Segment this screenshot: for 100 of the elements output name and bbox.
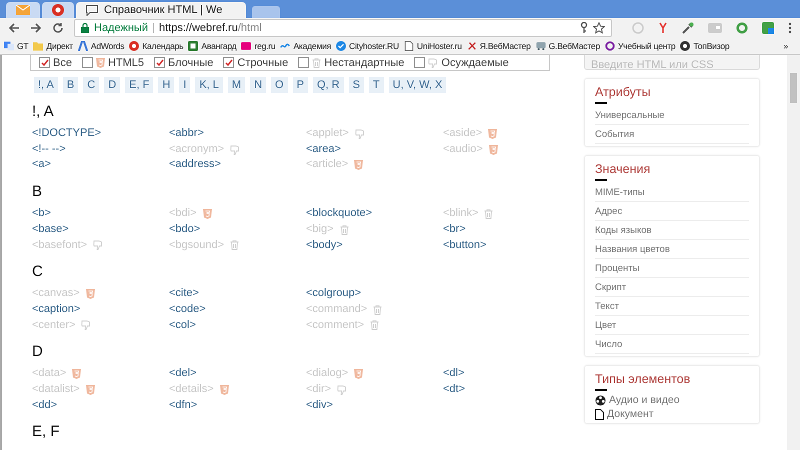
tag-link[interactable]: <caption> — [32, 302, 80, 318]
sidebar-link[interactable]: Аудио и видео — [595, 393, 749, 407]
address-bar[interactable]: Надежный https://webref.ru/html — [74, 19, 612, 37]
letter-link[interactable]: H — [158, 77, 174, 93]
sidebar-link[interactable]: MIME-типы — [595, 183, 749, 202]
sidebar-link[interactable]: Число — [595, 335, 749, 354]
sidebar-link[interactable]: Документ — [595, 407, 749, 421]
letter-link[interactable]: C — [83, 77, 100, 93]
ring-icon[interactable] — [736, 22, 748, 34]
bookmark[interactable]: Директ — [33, 41, 73, 51]
star-icon[interactable] — [593, 22, 605, 34]
letter-link[interactable]: P — [292, 77, 308, 93]
sidebar-link[interactable]: Текст — [595, 297, 749, 316]
bookmark[interactable]: Авангард — [188, 41, 236, 51]
filter-checkbox[interactable]: Осуждаемые — [414, 56, 509, 68]
tag-link[interactable]: <abbr> — [169, 126, 204, 142]
tag-link[interactable]: <code> — [169, 302, 206, 318]
bookmark[interactable]: Учебный центр — [604, 41, 676, 51]
tag-link[interactable]: <base> — [32, 222, 69, 238]
thumbs-down-icon — [337, 384, 348, 395]
tag-link[interactable]: <dl> — [443, 366, 464, 382]
bookmark[interactable]: Я.ВебМастер — [466, 41, 531, 51]
tag-link[interactable]: <dfn> — [169, 398, 198, 414]
bookmark[interactable]: AdWords — [78, 41, 124, 51]
sidebar-link[interactable]: Названия цветов — [595, 240, 749, 259]
sidebar-link[interactable]: Скрипт — [595, 278, 749, 297]
browser-tab[interactable]: Справочник HTML | We — [76, 2, 246, 18]
bookmark[interactable]: GT — [4, 41, 28, 51]
tag-link[interactable]: <dd> — [32, 398, 58, 414]
sidebar-link[interactable]: Универсальные — [595, 106, 749, 125]
tag-link[interactable]: <dt> — [443, 382, 466, 398]
sidebar-link[interactable]: Адрес — [595, 202, 749, 221]
ring-icon — [604, 41, 615, 51]
trash-icon — [340, 224, 349, 235]
bookmark[interactable]: Академия — [280, 41, 332, 51]
tag-link[interactable]: <!DOCTYPE> — [32, 126, 102, 142]
bookmark[interactable]: Календарь — [129, 41, 184, 51]
sidebar-link[interactable]: Цвет — [595, 316, 749, 335]
eyedropper-icon[interactable] — [682, 22, 694, 34]
tag-link[interactable]: <area> — [306, 142, 341, 158]
letter-link[interactable]: B — [62, 77, 78, 93]
scrollbar[interactable] — [787, 55, 800, 450]
bookmark[interactable]: UniHoster.ru — [404, 41, 462, 51]
menu-icon[interactable] — [788, 22, 792, 34]
filter-checkbox[interactable]: HTML5 — [82, 56, 144, 68]
lock-icon — [81, 23, 89, 33]
bookmark[interactable]: G.ВебМастер — [536, 41, 600, 51]
tag-link[interactable]: <div> — [306, 398, 333, 414]
tag-link[interactable]: <bdo> — [169, 222, 200, 238]
letter-link[interactable]: O — [271, 77, 288, 93]
sidebar-link[interactable]: События — [595, 125, 749, 144]
html5-shield-icon — [72, 369, 82, 380]
tag-link[interactable]: <blockquote> — [306, 206, 372, 222]
letter-link[interactable]: N — [250, 77, 266, 93]
filter-checkbox[interactable]: Нестандартные — [298, 56, 404, 68]
letter-link[interactable]: Q, R — [312, 77, 344, 93]
forward-arrow-icon[interactable] — [30, 22, 42, 34]
letter-link[interactable]: K, L — [195, 77, 223, 93]
tag-link[interactable]: <br> — [443, 222, 466, 238]
tag-link[interactable]: <address> — [169, 157, 221, 174]
tag-link[interactable]: <del> — [169, 366, 197, 382]
bookmark[interactable]: Cityhoster.RU — [336, 41, 399, 51]
tag-link[interactable]: <b> — [32, 206, 51, 222]
tag-link[interactable]: <a> — [32, 157, 51, 174]
document-icon — [404, 41, 414, 51]
filter-checkbox[interactable]: Строчные — [223, 56, 288, 68]
back-arrow-icon[interactable] — [8, 22, 20, 34]
reload-icon[interactable] — [52, 22, 64, 34]
sidebar-link[interactable]: Проценты — [595, 259, 749, 278]
section-heading: D — [32, 343, 44, 360]
search-field[interactable]: Введите HTML или CSS — [584, 55, 760, 70]
thumbs-down-icon — [428, 58, 438, 68]
thumbs-down-icon — [93, 240, 104, 250]
letter-link[interactable]: I — [179, 77, 190, 93]
bookmark[interactable]: reg.ru — [241, 41, 276, 51]
tag-link[interactable]: <colgroup> — [306, 286, 362, 302]
filter-checkbox[interactable]: Все — [39, 56, 72, 68]
thumbs-down-icon — [81, 320, 92, 330]
sidebar-link[interactable]: Коды языков — [595, 221, 749, 240]
html5-shield-icon — [86, 384, 95, 395]
letter-link[interactable]: E, F — [125, 77, 154, 93]
letter-link[interactable]: D — [104, 77, 120, 93]
letter-link[interactable]: U, V, W, X — [388, 77, 446, 93]
html5-shield-icon — [220, 384, 229, 395]
bookmark[interactable]: ТопВизор — [680, 41, 730, 51]
letter-link[interactable]: T — [368, 77, 384, 93]
letter-link[interactable]: M — [228, 77, 246, 93]
filter-checkbox[interactable]: Блочные — [154, 56, 214, 68]
letter-link[interactable]: !, A — [34, 77, 58, 93]
tag-link[interactable]: <button> — [443, 238, 486, 254]
tag-link[interactable]: <cite> — [169, 286, 199, 302]
tag-link[interactable]: <!-- --> — [32, 142, 66, 158]
more-bookmarks-button[interactable]: » — [783, 41, 796, 51]
browser-tab[interactable] — [42, 2, 74, 18]
letter-link[interactable]: S — [348, 77, 364, 93]
checkmark-icon — [40, 58, 48, 66]
tag-link[interactable]: <body> — [306, 238, 343, 254]
key-icon[interactable] — [580, 22, 588, 34]
tag-link[interactable]: <col> — [169, 318, 196, 334]
letter-y-icon[interactable] — [658, 22, 668, 34]
